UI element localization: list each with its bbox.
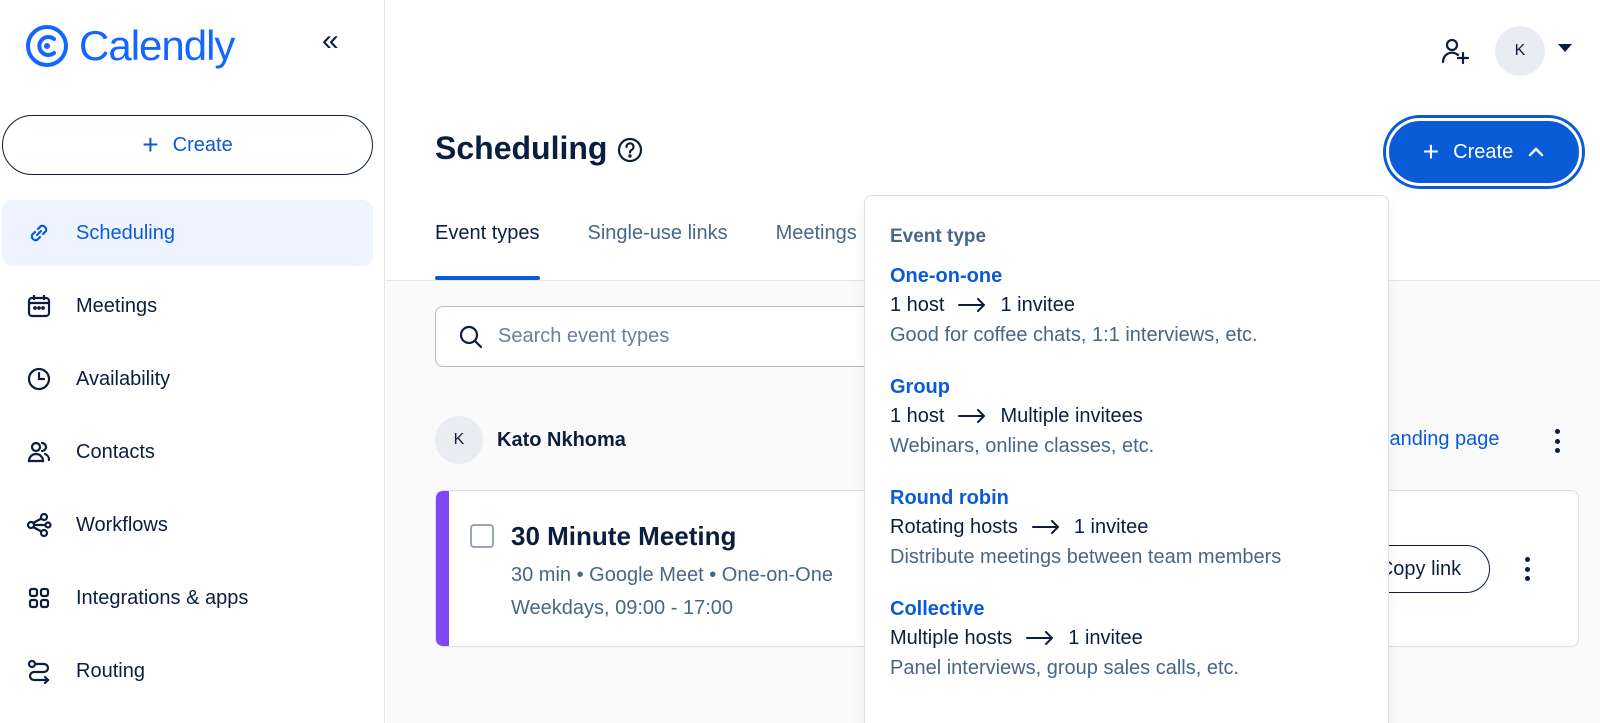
calendly-logo[interactable]: Calendly [25, 22, 235, 70]
arrow-right-icon [1031, 520, 1060, 534]
sidebar-item-label: Scheduling [76, 221, 175, 244]
option-invitees: Multiple invitees [1000, 405, 1143, 427]
sidebar-item-label: Contacts [76, 440, 155, 463]
search-box[interactable] [435, 306, 915, 367]
option-hosts: 1 host [890, 294, 945, 316]
owner-row: K Kato Nkhoma [435, 416, 626, 464]
sidebar: Calendly « + Create Scheduling Meetings … [0, 0, 385, 723]
owner-avatar: K [435, 416, 483, 464]
option-name: Round robin [890, 487, 1009, 509]
dropdown-heading: Event type [890, 226, 987, 247]
app-root: Calendly « + Create Scheduling Meetings … [0, 0, 1600, 723]
owner-name: Kato Nkhoma [497, 428, 626, 451]
user-avatar[interactable]: K [1495, 26, 1545, 76]
grid-icon [24, 583, 54, 613]
create-button[interactable]: + Create [1386, 118, 1582, 186]
menu-item-collective[interactable]: Collective Multiple hosts 1 invitee Pane… [890, 595, 1363, 683]
sidebar-create-button[interactable]: + Create [2, 115, 373, 175]
menu-item-round-robin[interactable]: Round robin Rotating hosts 1 invitee Dis… [890, 484, 1363, 572]
option-description: Webinars, online classes, etc. [890, 435, 1155, 457]
link-icon [24, 218, 54, 248]
search-input[interactable] [498, 325, 878, 348]
calendar-icon [24, 291, 54, 321]
logo-text: Calendly [79, 22, 235, 69]
create-dropdown-menu: Event type One-on-one 1 host 1 invitee G… [864, 195, 1389, 723]
sidebar-item-label: Routing [76, 659, 145, 682]
calendly-logo-icon [26, 25, 68, 67]
menu-item-one-on-one[interactable]: One-on-one 1 host 1 invitee Good for cof… [890, 262, 1363, 350]
chevron-up-icon [1528, 147, 1544, 157]
chevron-down-icon[interactable] [1558, 44, 1572, 52]
sidebar-item-label: Availability [76, 367, 171, 390]
event-color-stripe [436, 491, 449, 646]
sidebar-item-contacts[interactable]: Contacts [2, 419, 373, 485]
tab-meeting-polls[interactable]: Meetings [776, 222, 857, 280]
option-hosts: 1 host [890, 405, 945, 427]
view-landing-page-link[interactable]: landing page [1385, 428, 1500, 451]
plus-icon: + [1422, 136, 1440, 167]
arrow-right-icon [958, 409, 986, 423]
option-hosts: Rotating hosts [890, 516, 1018, 538]
event-hours: Weekdays, 09:00 - 17:00 [511, 597, 733, 619]
option-description: Good for coffee chats, 1:1 interviews, e… [890, 324, 1258, 346]
collapse-sidebar-icon[interactable]: « [322, 26, 339, 56]
option-flow: Rotating hosts 1 invitee [890, 512, 1363, 542]
sidebar-item-label: Workflows [76, 513, 168, 536]
event-select-checkbox[interactable] [470, 524, 494, 548]
arrow-right-icon [958, 298, 986, 312]
option-invitees: 1 invitee [1068, 627, 1143, 649]
plus-icon: + [142, 129, 159, 160]
menu-item-group[interactable]: Group 1 host Multiple invitees Webinars,… [890, 373, 1363, 461]
clock-icon [24, 364, 54, 394]
create-label: Create [1453, 140, 1514, 163]
help-icon[interactable] [617, 137, 643, 163]
arrow-right-icon [1026, 631, 1054, 645]
sidebar-create-label: Create [172, 133, 233, 156]
option-name: One-on-one [890, 265, 1003, 287]
option-flow: 1 host Multiple invitees [890, 401, 1363, 431]
tab-single-use-links[interactable]: Single-use links [588, 222, 728, 280]
event-more-icon[interactable] [1522, 554, 1532, 584]
tab-bar: Event types Single-use links Meetings [435, 222, 905, 280]
option-invitees: 1 invitee [1000, 294, 1075, 316]
sidebar-nav: Scheduling Meetings Availability Contact… [2, 200, 373, 711]
add-user-icon[interactable] [1440, 36, 1470, 66]
event-meta: 30 min • Google Meet • One-on-One [511, 564, 833, 586]
option-flow: 1 host 1 invitee [890, 290, 1363, 320]
workflows-icon [24, 510, 54, 540]
sidebar-item-scheduling[interactable]: Scheduling [2, 200, 373, 266]
option-name: Collective [890, 598, 985, 620]
contacts-icon [24, 437, 54, 467]
option-hosts: Multiple hosts [890, 627, 1013, 649]
option-description: Distribute meetings between team members [890, 546, 1282, 568]
option-description: Panel interviews, group sales calls, etc… [890, 657, 1240, 679]
sidebar-item-meetings[interactable]: Meetings [2, 273, 373, 339]
tab-event-types[interactable]: Event types [435, 222, 540, 280]
owner-more-icon[interactable] [1552, 426, 1562, 456]
sidebar-item-availability[interactable]: Availability [2, 346, 373, 412]
option-invitees: 1 invitee [1073, 516, 1149, 538]
sidebar-item-label: Meetings [76, 294, 158, 317]
option-name: Group [890, 376, 950, 398]
routing-icon [24, 656, 54, 686]
search-icon [459, 325, 483, 348]
sidebar-item-routing[interactable]: Routing [2, 638, 373, 704]
sidebar-item-integrations[interactable]: Integrations & apps [2, 565, 373, 631]
page-title: Scheduling [435, 130, 608, 166]
sidebar-item-label: Integrations & apps [76, 586, 249, 609]
event-title[interactable]: 30 Minute Meeting [511, 521, 736, 552]
option-flow: Multiple hosts 1 invitee [890, 623, 1363, 653]
sidebar-item-workflows[interactable]: Workflows [2, 492, 373, 558]
